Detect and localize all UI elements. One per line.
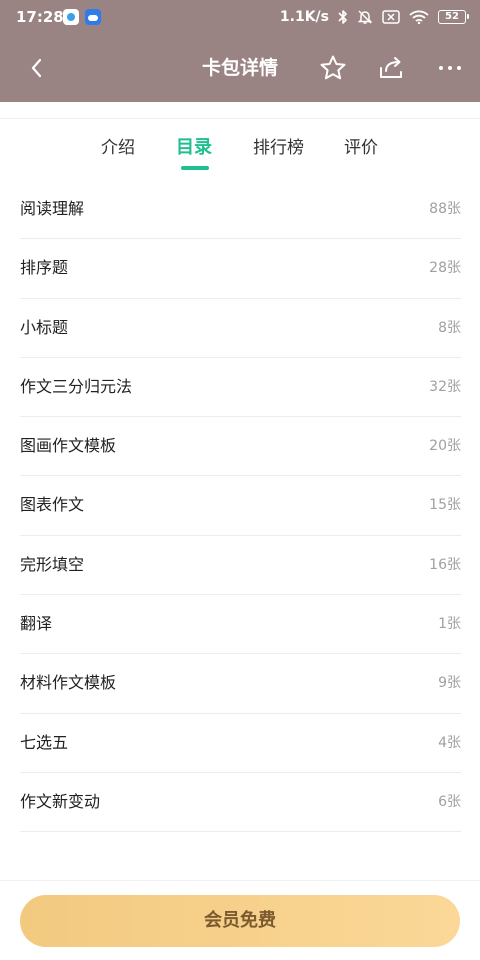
item-name: 作文三分归元法 bbox=[20, 376, 133, 396]
battery-icon: 52 bbox=[438, 10, 469, 24]
item-count: 28张 bbox=[429, 260, 461, 277]
more-icon bbox=[439, 66, 461, 70]
list-item[interactable]: 作文新变动 6张 bbox=[20, 773, 461, 833]
list-item[interactable]: 图画作文模板 20张 bbox=[20, 417, 461, 477]
no-sim-icon bbox=[382, 10, 400, 24]
item-name: 七选五 bbox=[20, 732, 69, 752]
item-count: 32张 bbox=[429, 378, 461, 395]
item-count: 6张 bbox=[438, 793, 461, 810]
bottom-action-bar: 会员免费 bbox=[0, 880, 480, 960]
item-count: 20张 bbox=[429, 438, 461, 455]
list-item[interactable]: 小标题 8张 bbox=[20, 299, 461, 358]
list-item[interactable]: 图表作文 15张 bbox=[20, 476, 461, 536]
more-button[interactable] bbox=[432, 50, 468, 86]
list-item[interactable]: 材料作文模板 9张 bbox=[20, 654, 461, 714]
list-item[interactable]: 作文三分归元法 32张 bbox=[20, 358, 461, 418]
active-tab-indicator bbox=[181, 166, 209, 170]
status-indicators: 1.1K/s 52 bbox=[279, 7, 469, 27]
list-item[interactable]: 翻译 1张 bbox=[20, 595, 461, 655]
tab-bar: 介绍 目录 排行榜 评价 bbox=[0, 118, 480, 176]
list-item[interactable]: 七选五 4张 bbox=[20, 714, 461, 773]
title-bar: 卡包详情 bbox=[0, 34, 480, 102]
wifi-icon bbox=[409, 10, 429, 24]
item-count: 8张 bbox=[438, 319, 461, 336]
item-name: 图画作文模板 bbox=[20, 436, 117, 456]
back-arrow-icon bbox=[31, 58, 42, 78]
item-count: 1张 bbox=[438, 616, 461, 633]
page-title: 卡包详情 bbox=[201, 57, 278, 79]
item-name: 完形填空 bbox=[20, 554, 85, 574]
tab-intro[interactable]: 介绍 bbox=[101, 136, 135, 160]
list-item[interactable]: 排序题 28张 bbox=[20, 239, 461, 299]
tab-catalog[interactable]: 目录 bbox=[176, 136, 212, 160]
favorite-button[interactable] bbox=[315, 50, 351, 86]
item-count: 9张 bbox=[438, 675, 461, 692]
item-name: 图表作文 bbox=[20, 495, 85, 515]
item-count: 16张 bbox=[429, 556, 461, 573]
share-icon bbox=[380, 57, 402, 78]
list-item[interactable]: 完形填空 16张 bbox=[20, 536, 461, 596]
item-name: 阅读理解 bbox=[20, 199, 85, 218]
card-pack-detail-screen: 17:28 1.1K/s 52 卡包详情 介绍 目录 排行榜 评价 阅读理解 8… bbox=[0, 0, 480, 960]
bluetooth-icon bbox=[338, 9, 348, 25]
status-bar: 17:28 1.1K/s 52 bbox=[0, 0, 480, 34]
star-icon bbox=[320, 55, 346, 80]
share-button[interactable] bbox=[373, 50, 409, 86]
back-button[interactable] bbox=[18, 50, 54, 86]
item-name: 翻译 bbox=[20, 614, 53, 634]
mute-bell-icon bbox=[357, 9, 373, 25]
item-count: 88张 bbox=[429, 201, 461, 217]
item-count: 15张 bbox=[429, 497, 461, 514]
tab-ranking[interactable]: 排行榜 bbox=[253, 136, 304, 160]
app-icon bbox=[63, 9, 79, 25]
header-area: 17:28 1.1K/s 52 卡包详情 bbox=[0, 0, 480, 102]
item-name: 材料作文模板 bbox=[20, 673, 117, 693]
status-time: 17:28 bbox=[16, 8, 64, 26]
member-free-button[interactable]: 会员免费 bbox=[20, 895, 460, 947]
network-speed: 1.1K/s bbox=[279, 9, 329, 25]
catalog-list: 阅读理解 88张 排序题 28张 小标题 8张 作文三分归元法 32张 图画作文… bbox=[20, 180, 461, 833]
item-name: 作文新变动 bbox=[20, 791, 101, 811]
item-count: 4张 bbox=[438, 734, 461, 751]
item-name: 小标题 bbox=[20, 317, 69, 337]
cloud-app-icon bbox=[85, 9, 101, 25]
tab-reviews[interactable]: 评价 bbox=[344, 136, 378, 160]
list-item[interactable]: 阅读理解 88张 bbox=[20, 180, 461, 240]
item-name: 排序题 bbox=[20, 258, 69, 278]
